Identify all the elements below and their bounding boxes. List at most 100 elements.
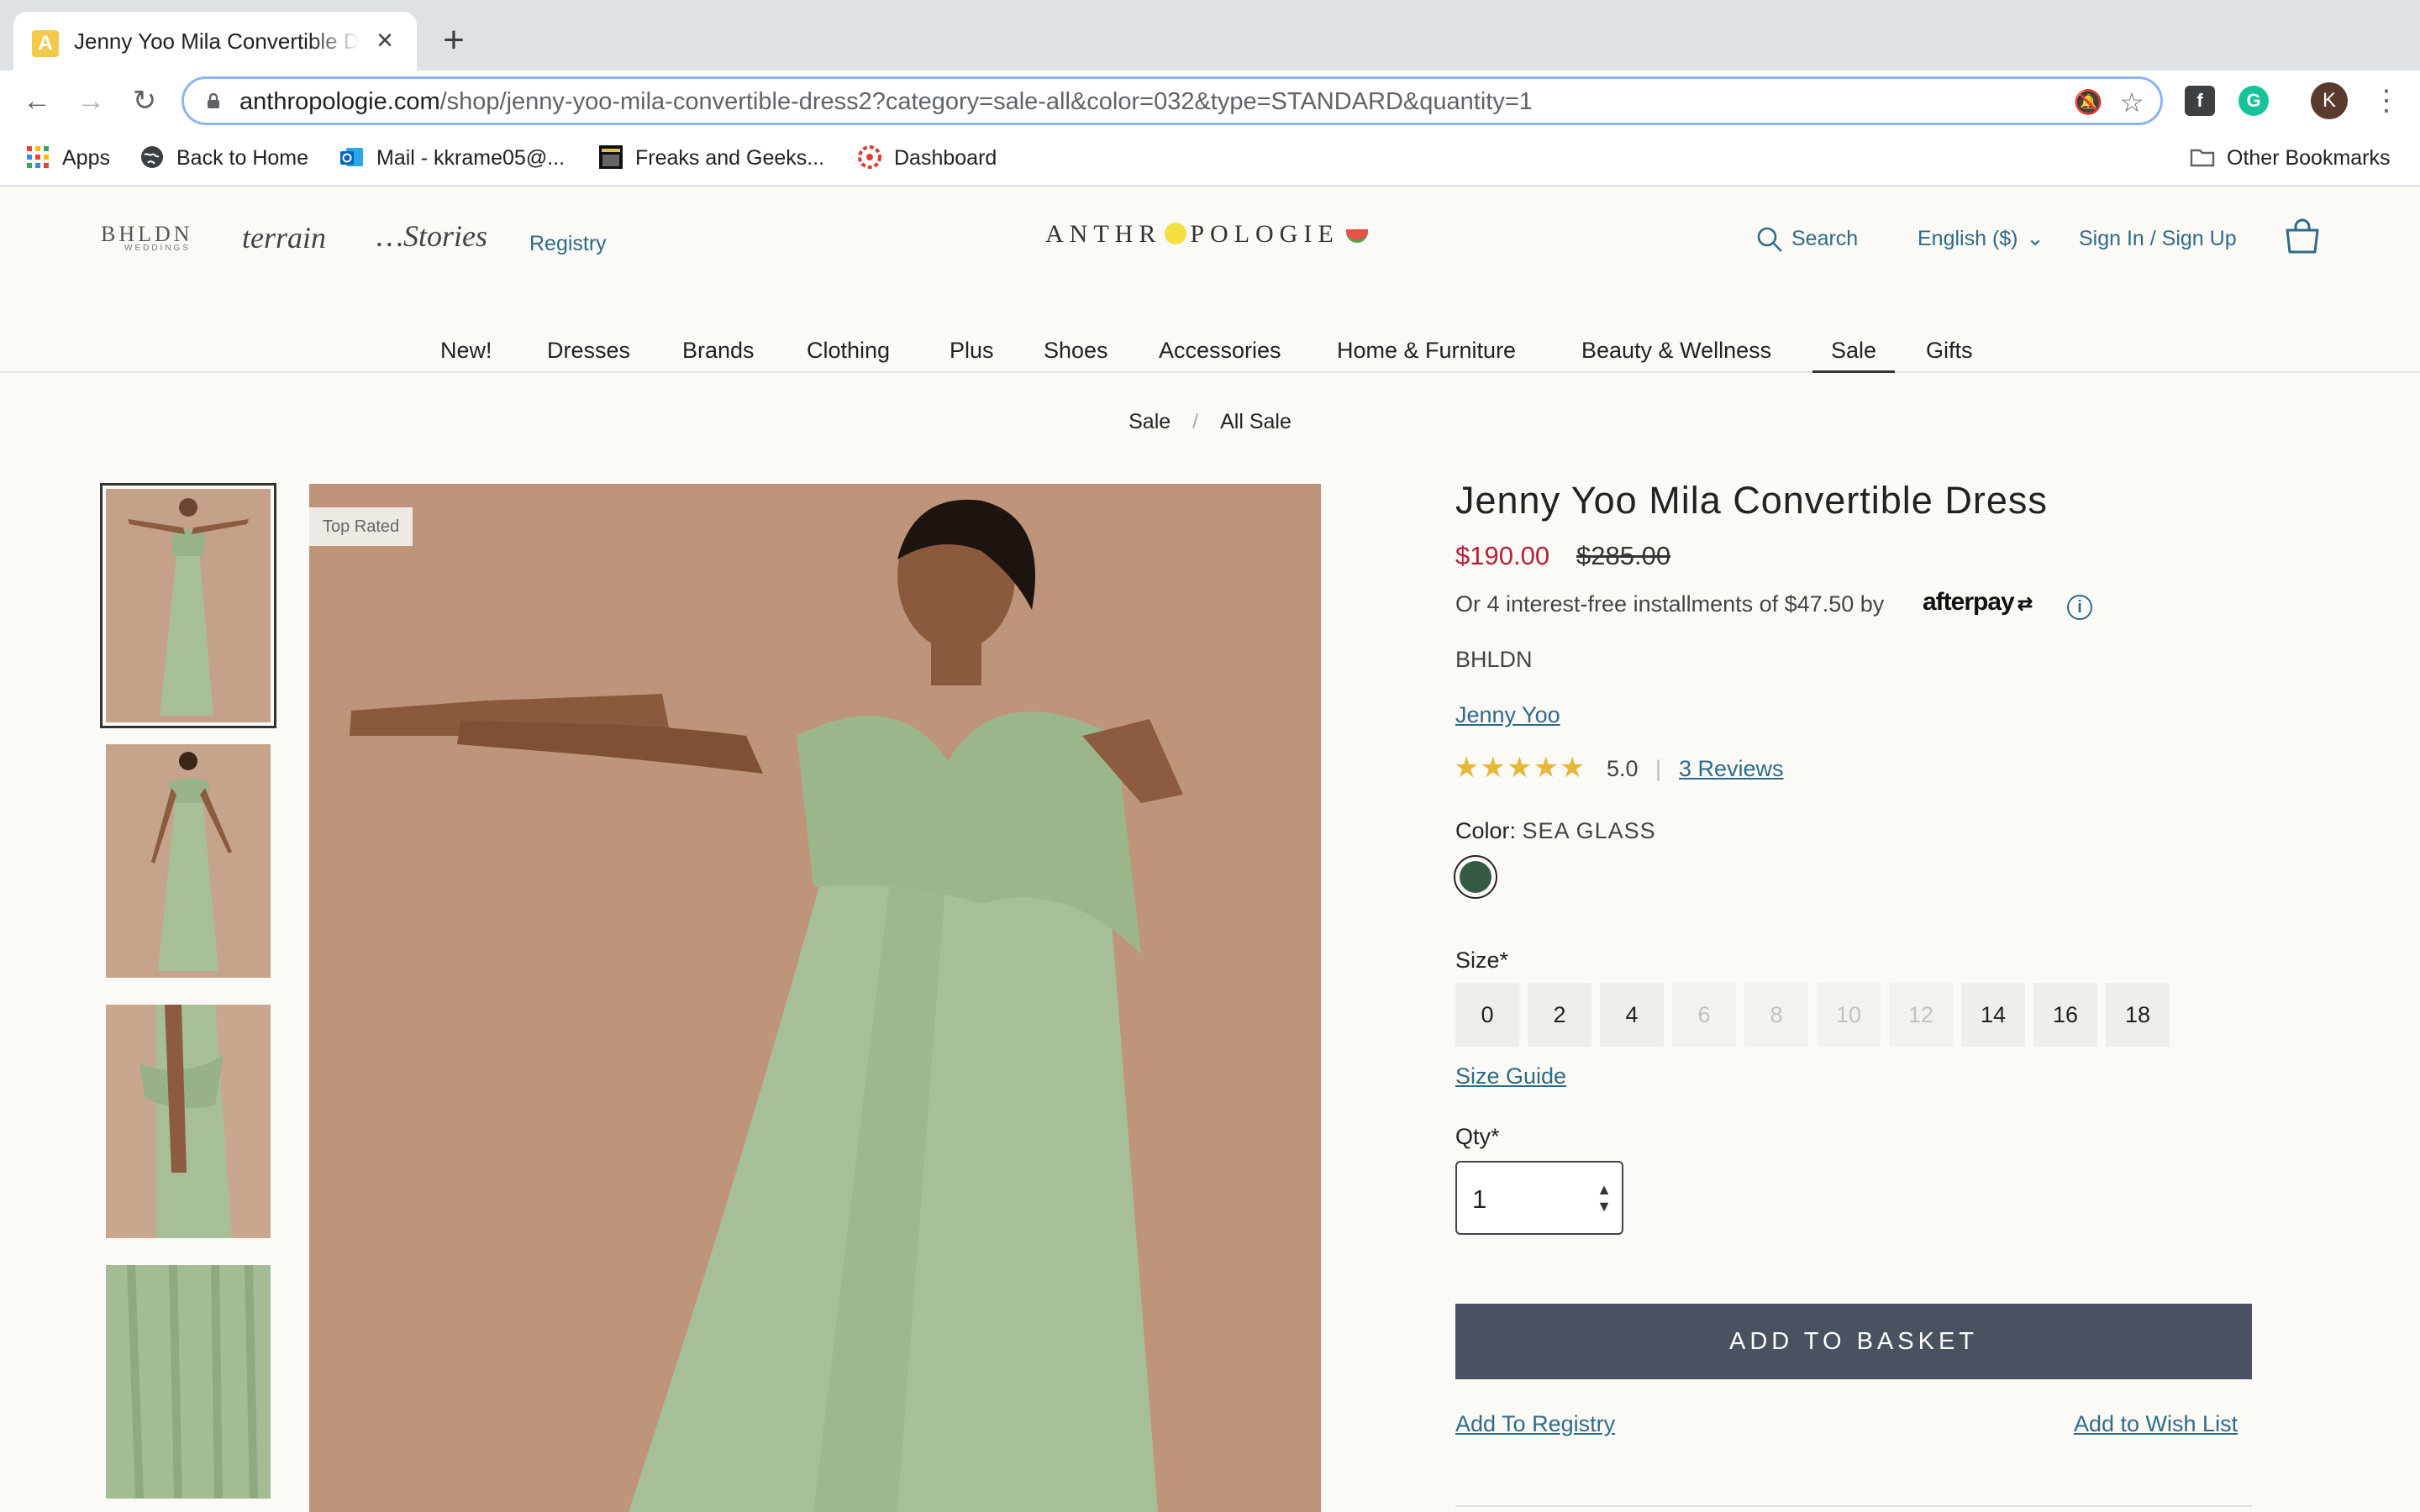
browser-toolbar: ← → ↻ anthropologie.com/shop/jenny-yoo-m… [0, 71, 2420, 131]
address-bar[interactable]: anthropologie.com/shop/jenny-yoo-mila-co… [182, 76, 2163, 125]
search-label: Search [1791, 227, 1859, 250]
add-to-registry-link[interactable]: Add To Registry [1455, 1411, 1615, 1437]
qty-label: Qty* [1455, 1124, 1500, 1149]
product-thumbnail-4[interactable] [106, 1265, 271, 1499]
bookmark-label: Dashboard [894, 146, 997, 170]
chevron-down-icon: ⌄ [2026, 227, 2044, 250]
nav-home-furniture[interactable]: Home & Furniture [1337, 304, 1516, 371]
url-host: anthropologie.com [239, 88, 440, 115]
breadcrumb-sale[interactable]: Sale [1128, 410, 1171, 433]
product-thumbnail-1[interactable] [100, 483, 276, 728]
quantity-stepper[interactable]: 1 ▲ ▼ [1455, 1161, 1623, 1235]
sign-in-link[interactable]: Sign In / Sign Up [2079, 222, 2237, 255]
swatch-fill [1460, 861, 1491, 893]
nav-beauty-wellness[interactable]: Beauty & Wellness [1581, 304, 1771, 371]
size-option-14[interactable]: 14 [1961, 983, 2025, 1047]
bookmark-star-icon[interactable]: ☆ [2117, 87, 2147, 118]
watermelon-icon [1345, 229, 1368, 244]
outlook-icon [340, 148, 363, 167]
product-thumbnail-3[interactable] [106, 1005, 271, 1238]
folder-icon [2190, 150, 2215, 167]
rating-separator: | [1655, 756, 1662, 781]
reload-icon[interactable]: ↻ [126, 82, 163, 119]
bookmark-back-to-home[interactable]: Back to Home [139, 143, 308, 173]
nav-sale[interactable]: Sale [1812, 304, 1896, 373]
breadcrumb-separator: / [1192, 410, 1199, 433]
forward-arrow-icon[interactable]: → [72, 82, 109, 119]
nav-dresses[interactable]: Dresses [547, 304, 630, 371]
product-main-image[interactable]: Top Rated [309, 484, 1321, 1512]
size-option-18[interactable]: 18 [2106, 983, 2170, 1047]
spinner-arrows-icon[interactable]: ▲ ▼ [1597, 1181, 1612, 1215]
grammarly-icon[interactable]: G [2238, 86, 2269, 116]
logo-text-left: ANTHR [1045, 220, 1162, 248]
size-option-10[interactable]: 10 [1817, 983, 1881, 1047]
new-tab-icon[interactable]: + [434, 20, 474, 60]
original-price: $285.00 [1576, 541, 1671, 570]
size-option-8[interactable]: 8 [1744, 983, 1808, 1047]
bookmark-label: Apps [62, 146, 110, 170]
fabric-detail-image [106, 1265, 271, 1499]
browser-menu-icon[interactable]: ⋮ [2370, 81, 2403, 121]
size-option-4[interactable]: 4 [1600, 983, 1664, 1047]
product-brand: BHLDN [1455, 647, 1533, 672]
dress-side-detail-image [106, 1005, 271, 1238]
bookmark-label: Other Bookmarks [2227, 146, 2391, 170]
size-option-0[interactable]: 0 [1455, 983, 1519, 1047]
size-option-6[interactable]: 6 [1672, 983, 1736, 1047]
tab-close-icon[interactable]: × [370, 25, 400, 55]
size-option-16[interactable]: 16 [2033, 983, 2097, 1047]
bookmark-dashboard[interactable]: Dashboard [857, 143, 997, 173]
bookmark-freaks-and-geeks[interactable]: Freaks and Geeks... [598, 143, 824, 173]
extension-icon[interactable]: f [2185, 86, 2215, 116]
nav-clothing[interactable]: Clothing [807, 304, 890, 371]
canvas-logo-icon [858, 145, 881, 170]
color-label-text: Color: [1455, 818, 1517, 843]
terrain-logo[interactable]: terrain [242, 220, 326, 255]
info-icon[interactable]: i [2067, 595, 2092, 620]
bookmark-apps[interactable]: Apps [25, 143, 110, 173]
shopping-bag-icon[interactable] [2282, 217, 2323, 257]
bookmark-mail[interactable]: Mail - kkrame05@... [339, 143, 565, 173]
product-title: Jenny Yoo Mila Convertible Dress [1455, 479, 2048, 522]
nav-accessories[interactable]: Accessories [1159, 304, 1281, 371]
breadcrumb-all-sale[interactable]: All Sale [1220, 410, 1292, 433]
browser-tab[interactable]: A Jenny Yoo Mila Convertible Dress | Ant… [13, 12, 417, 71]
rating-stars: ★★★★★ [1454, 752, 1586, 784]
product-thumbnail-2[interactable] [106, 744, 271, 978]
nav-new[interactable]: New! [440, 304, 492, 371]
film-clapper-icon [599, 145, 623, 170]
bookmark-label: Freaks and Geeks... [635, 146, 825, 170]
url-text: anthropologie.com/shop/jenny-yoo-mila-co… [239, 88, 1533, 116]
reviews-link[interactable]: 3 Reviews [1679, 756, 1784, 782]
section-divider [1455, 1505, 2252, 1507]
nav-brands[interactable]: Brands [682, 304, 755, 371]
nav-shoes[interactable]: Shoes [1044, 304, 1108, 371]
other-bookmarks[interactable]: Other Bookmarks [2190, 143, 2391, 173]
search-icon [1757, 228, 1782, 253]
size-option-12[interactable]: 12 [1889, 983, 1953, 1047]
registry-link[interactable]: Registry [529, 232, 607, 256]
stories-logo[interactable]: …Stories [376, 218, 487, 254]
bookmarks-bar: Apps Back to Home Mail - kkrame05@... Fr… [0, 131, 2420, 186]
nav-plus[interactable]: Plus [950, 304, 994, 371]
add-to-basket-button[interactable]: ADD TO BASKET [1455, 1304, 2252, 1379]
size-option-2[interactable]: 2 [1528, 983, 1591, 1047]
notifications-off-icon[interactable]: 🔕 [2073, 87, 2103, 118]
size-label: Size* [1455, 948, 1509, 973]
profile-avatar[interactable]: K [2311, 82, 2348, 119]
size-guide-link[interactable]: Size Guide [1455, 1063, 1566, 1089]
anthropologie-logo[interactable]: ANTHR POLOGIE [1045, 220, 1368, 249]
add-to-wish-list-link[interactable]: Add to Wish List [2074, 1411, 2238, 1437]
language-selector[interactable]: English ($) ⌄ [1918, 222, 2044, 255]
search-button[interactable]: Search [1756, 222, 1858, 255]
bookmark-label: Back to Home [176, 146, 309, 170]
language-label: English ($) [1918, 227, 2018, 250]
color-value: SEA GLASS [1522, 818, 1656, 843]
back-arrow-icon[interactable]: ← [18, 82, 55, 119]
nav-gifts[interactable]: Gifts [1926, 304, 1973, 371]
designer-link[interactable]: Jenny Yoo [1455, 702, 1560, 728]
installments-text: Or 4 interest-free installments of $47.5… [1455, 591, 1885, 617]
color-swatch-sea-glass[interactable] [1454, 855, 1497, 899]
sale-price: $190.00 [1455, 541, 1550, 570]
